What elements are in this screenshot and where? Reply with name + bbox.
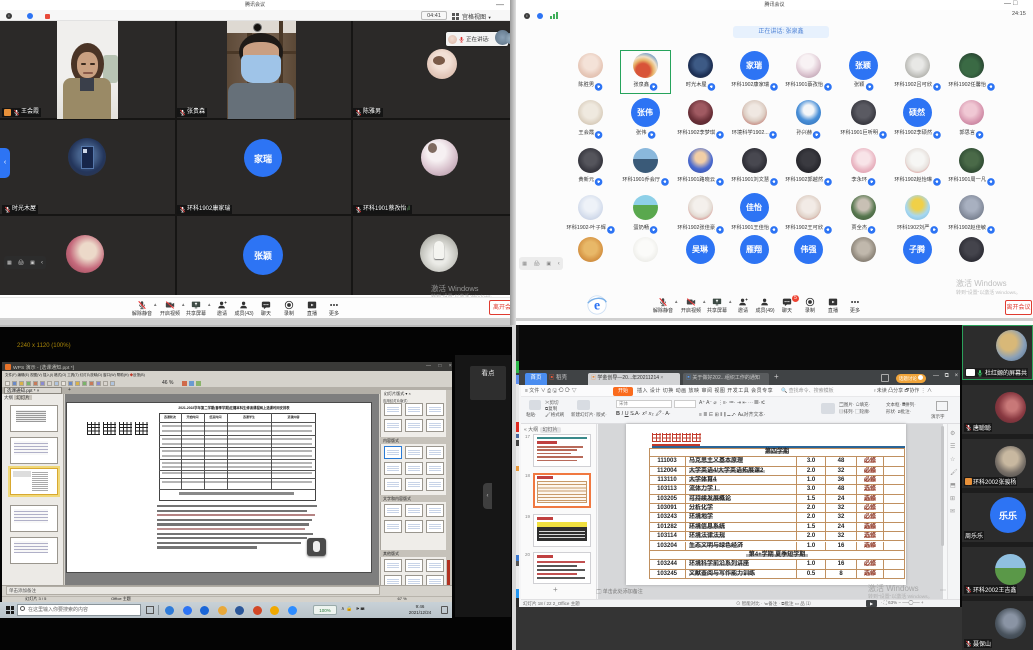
svg-text:e: e	[594, 298, 600, 313]
